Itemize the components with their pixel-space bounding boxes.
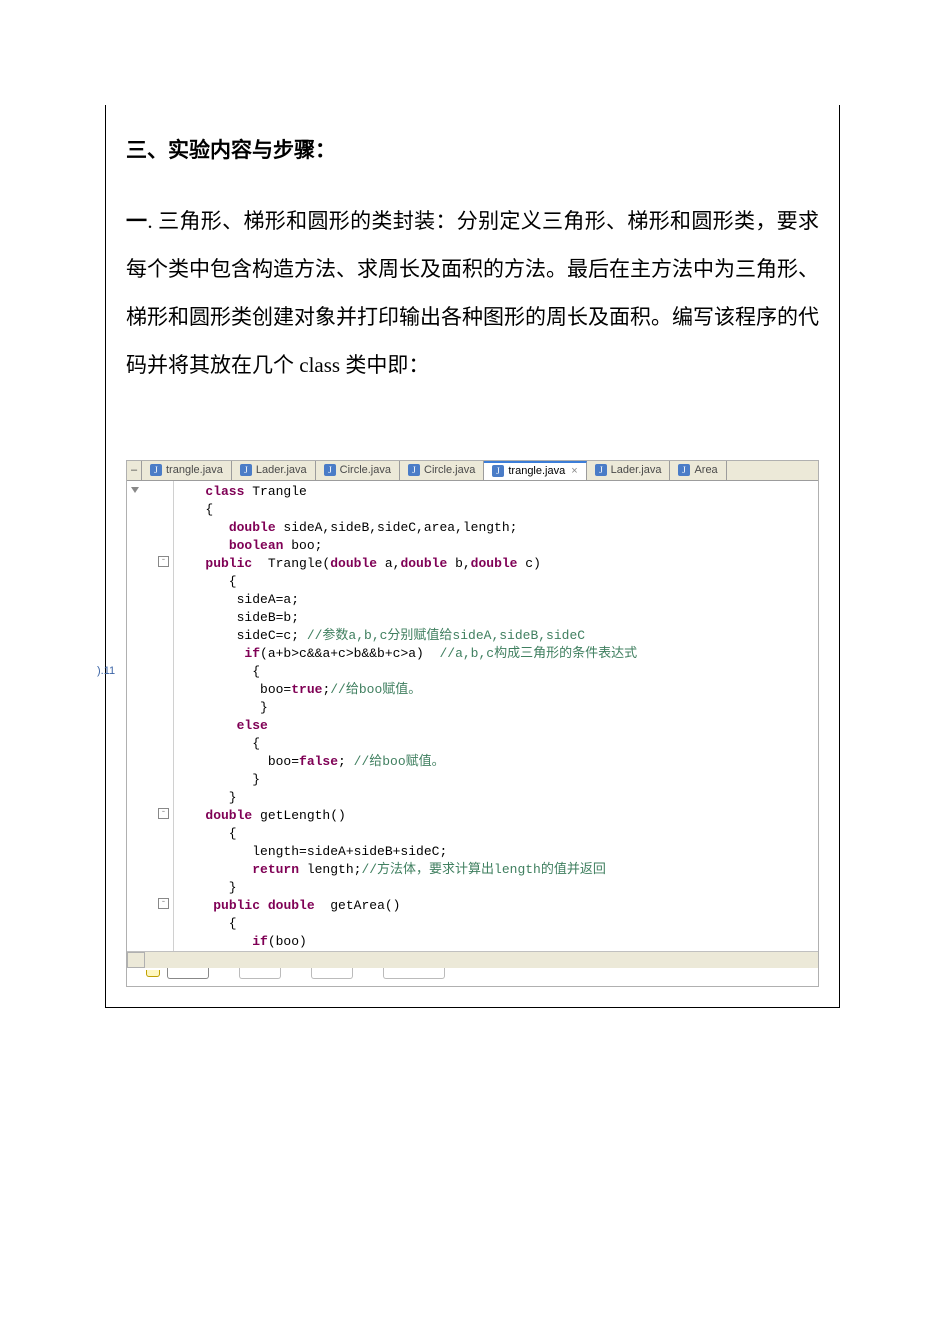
tab-bar-leading: – [127, 461, 142, 480]
code-line: } [174, 789, 818, 807]
view-tab-indicator [146, 970, 160, 977]
editor-tab[interactable]: J Circle.java [400, 461, 484, 480]
tab-label: Area [694, 464, 717, 476]
code-line: if(a+b>c&&a+c>b&&b+c>a) //a,b,c构成三角形的条件表… [174, 645, 818, 663]
gutter-row [127, 679, 173, 697]
view-tab[interactable] [167, 968, 209, 979]
code-line: { [174, 735, 818, 753]
svg-text:J: J [154, 465, 158, 475]
editor-tab-bar: – Jtrangle.javaJLader.javaJCircle.javaJC… [127, 461, 818, 481]
section-heading: 三、实验内容与步骤： [126, 135, 819, 167]
view-tab[interactable] [239, 968, 281, 979]
gutter-row [127, 589, 173, 607]
code-line: sideB=b; [174, 609, 818, 627]
code-line: { [174, 915, 818, 933]
list-number: 一 [126, 209, 147, 233]
gutter-row [127, 697, 173, 715]
gutter-row [127, 571, 173, 589]
code-line: public double getArea() [174, 897, 818, 915]
code-line: { [174, 663, 818, 681]
fold-icon[interactable]: - [158, 556, 169, 567]
body-run: . 三角形、梯形和圆形的类封装：分别定义三角形、梯形和圆形类，要求每个类中包含构… [126, 209, 819, 378]
code-line: class Trangle [174, 483, 818, 501]
breakpoint-label: ).11 [97, 665, 115, 677]
gutter-row [127, 859, 173, 877]
gutter-row: - [127, 553, 173, 571]
tab-label: trangle.java [508, 465, 565, 477]
editor-tab[interactable]: J Circle.java [316, 461, 400, 480]
code-area: class Trangle { double sideA,sideB,sideC… [174, 481, 818, 951]
gutter-row: - [127, 895, 173, 913]
dropdown-icon[interactable] [131, 487, 139, 493]
gutter-row [127, 499, 173, 517]
tab-label: trangle.java [166, 464, 223, 476]
fold-icon[interactable]: - [158, 898, 169, 909]
tab-label: Lader.java [256, 464, 307, 476]
horizontal-scrollbar[interactable] [127, 951, 818, 968]
gutter-row [127, 715, 173, 733]
code-line: boo=true;//给boo赋值。 [174, 681, 818, 699]
gutter-row [127, 787, 173, 805]
gutter-row [127, 733, 173, 751]
editor-tab[interactable]: J Lader.java [232, 461, 316, 480]
gutter-row [127, 517, 173, 535]
gutter-row [127, 841, 173, 859]
gutter-row [127, 625, 173, 643]
gutter-row [127, 661, 173, 679]
editor-tab[interactable]: J Area [670, 461, 726, 480]
code-line: boolean boo; [174, 537, 818, 555]
editor-body: ).11 --- class Trangle { double sideA,si… [127, 481, 818, 951]
editor-tab[interactable]: Jtrangle.java [142, 461, 232, 480]
gutter-row [127, 481, 173, 499]
code-line: { [174, 573, 818, 591]
tab-label: Circle.java [424, 464, 475, 476]
ide-screenshot: – Jtrangle.javaJLader.javaJCircle.javaJC… [126, 460, 819, 987]
code-line: return length;//方法体，要求计算出length的值并返回 [174, 861, 818, 879]
tab-label: Lader.java [611, 464, 662, 476]
code-line: { [174, 825, 818, 843]
code-line: } [174, 771, 818, 789]
code-line: double sideA,sideB,sideC,area,length; [174, 519, 818, 537]
gutter-row [127, 823, 173, 841]
gutter-row [127, 913, 173, 931]
code-line: else [174, 717, 818, 735]
svg-text:J: J [412, 465, 416, 475]
document-cell: 三、实验内容与步骤： 一. 三角形、梯形和圆形的类封装：分别定义三角形、梯形和圆… [105, 105, 840, 1008]
code-line: public Trangle(double a,double b,double … [174, 555, 818, 573]
svg-text:J: J [244, 465, 248, 475]
code-line: } [174, 699, 818, 717]
view-tab[interactable] [311, 968, 353, 979]
editor-gutter: - - - [127, 481, 174, 951]
tab-label: Circle.java [340, 464, 391, 476]
code-line: sideC=c; //参数a,b,c分别赋值给sideA,sideB,sideC [174, 627, 818, 645]
section-body: 一. 三角形、梯形和圆形的类封装：分别定义三角形、梯形和圆形类，要求每个类中包含… [126, 197, 819, 390]
code-line: boo=false; //给boo赋值。 [174, 753, 818, 771]
editor-tab[interactable]: Jtrangle.java × [484, 461, 586, 480]
code-line: { [174, 501, 818, 519]
editor-view-tabs [127, 968, 818, 986]
scroll-left-icon[interactable] [127, 952, 145, 968]
gutter-row: - [127, 805, 173, 823]
page-frame: 三、实验内容与步骤： 一. 三角形、梯形和圆形的类封装：分别定义三角形、梯形和圆… [0, 0, 945, 1088]
view-tab[interactable] [383, 968, 445, 979]
gutter-row [127, 643, 173, 661]
gutter-row [127, 877, 173, 895]
code-line: if(boo) [174, 933, 818, 951]
gutter-row [127, 769, 173, 787]
svg-text:J: J [683, 465, 687, 475]
svg-text:J: J [328, 465, 332, 475]
gutter-row [127, 931, 173, 949]
code-line: length=sideA+sideB+sideC; [174, 843, 818, 861]
code-line: double getLength() [174, 807, 818, 825]
code-line: } [174, 879, 818, 897]
editor-tab[interactable]: J Lader.java [587, 461, 671, 480]
fold-icon[interactable]: - [158, 808, 169, 819]
code-line: sideA=a; [174, 591, 818, 609]
gutter-row [127, 535, 173, 553]
gutter-row [127, 751, 173, 769]
gutter-row [127, 607, 173, 625]
svg-text:J: J [497, 466, 501, 476]
close-icon[interactable]: × [571, 465, 577, 477]
svg-text:J: J [599, 465, 603, 475]
